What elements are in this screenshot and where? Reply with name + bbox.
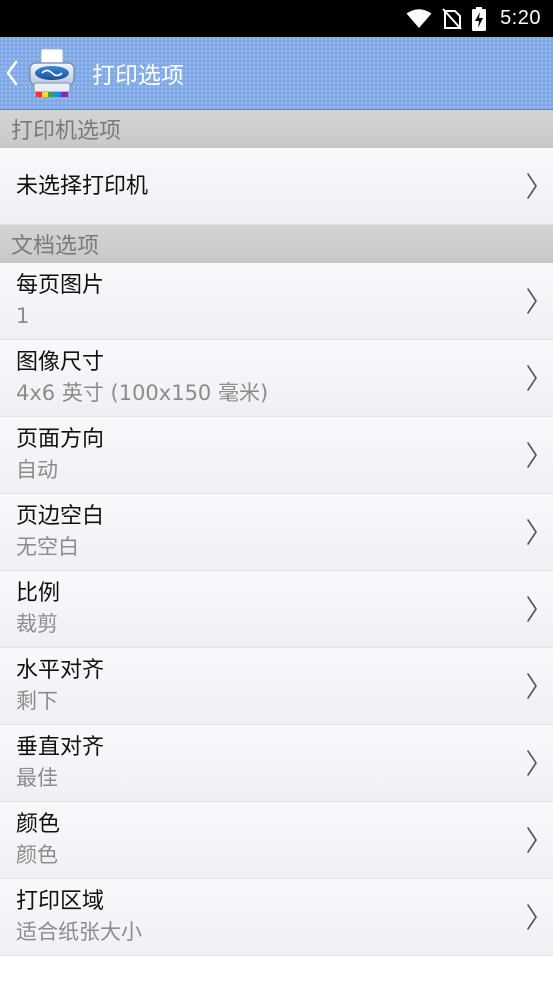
section-header-document: 文档选项	[0, 225, 553, 263]
row-texts: 水平对齐 剩下	[16, 655, 104, 717]
wifi-icon	[406, 8, 432, 29]
row-texts: 页面方向 自动	[16, 424, 104, 486]
list-item-label: 页面方向	[16, 427, 105, 452]
list-item-value: 4x6 英寸 (100x150 毫米)	[16, 381, 269, 405]
chevron-right-icon	[525, 748, 539, 778]
select-printer-row[interactable]: 未选择打印机	[0, 148, 553, 225]
list-item-value: 自动	[16, 458, 58, 482]
back-chevron-icon[interactable]	[3, 37, 21, 110]
list-item-color[interactable]: 颜色 颜色	[0, 802, 553, 879]
list-item-value: 适合纸张大小	[16, 920, 142, 944]
battery-charging-icon	[472, 6, 487, 31]
row-texts: 每页图片 1	[16, 270, 104, 332]
list-item-print-area[interactable]: 打印区域 适合纸张大小	[0, 879, 553, 956]
list-item-value: 最佳	[16, 766, 58, 790]
list-item-label: 垂直对齐	[16, 735, 105, 760]
no-sim-icon	[442, 7, 462, 30]
row-texts: 垂直对齐 最佳	[16, 732, 104, 794]
list-item-label: 每页图片	[16, 273, 105, 298]
chevron-right-icon	[525, 440, 539, 470]
printer-icon	[22, 43, 82, 103]
status-bar: 5:20	[0, 0, 553, 37]
status-icons: 5:20	[406, 6, 541, 31]
chevron-right-icon	[525, 825, 539, 855]
list-item-margins[interactable]: 页边空白 无空白	[0, 494, 553, 571]
list-item-orientation[interactable]: 页面方向 自动	[0, 417, 553, 494]
list-item-label: 打印区域	[16, 889, 105, 914]
row-texts: 未选择打印机	[16, 171, 148, 202]
list-item-label: 图像尺寸	[16, 350, 105, 375]
list-item-vertical-align[interactable]: 垂直对齐 最佳	[0, 725, 553, 802]
list-item-value: 无空白	[16, 535, 79, 559]
chevron-right-icon	[525, 671, 539, 701]
list-item-value: 1	[16, 304, 30, 328]
row-texts: 页边空白 无空白	[16, 501, 104, 563]
list-item-label: 页边空白	[16, 504, 105, 529]
list-item-value: 颜色	[16, 843, 58, 867]
app-bar: 打印选项	[0, 37, 553, 110]
list-item-label: 颜色	[16, 812, 61, 837]
list-item-value: 裁剪	[16, 612, 58, 636]
list-item-horizontal-align[interactable]: 水平对齐 剩下	[0, 648, 553, 725]
row-texts: 打印区域 适合纸张大小	[16, 886, 142, 948]
list-item-label: 比例	[16, 581, 61, 606]
chevron-right-icon	[525, 286, 539, 316]
section-header-printer: 打印机选项	[0, 110, 553, 148]
list-item-scale[interactable]: 比例 裁剪	[0, 571, 553, 648]
chevron-right-icon	[525, 594, 539, 624]
list-item-label: 水平对齐	[16, 658, 105, 683]
chevron-right-icon	[525, 363, 539, 393]
chevron-right-icon	[525, 517, 539, 547]
page-title: 打印选项	[92, 63, 184, 89]
row-texts: 图像尺寸 4x6 英寸 (100x150 毫米)	[16, 347, 268, 409]
list-item-image-size[interactable]: 图像尺寸 4x6 英寸 (100x150 毫米)	[0, 340, 553, 417]
status-time: 5:20	[500, 7, 541, 29]
select-printer-label: 未选择打印机	[16, 173, 149, 199]
chevron-right-icon	[525, 902, 539, 932]
row-texts: 比例 裁剪	[16, 578, 60, 640]
list-item-images-per-page[interactable]: 每页图片 1	[0, 263, 553, 340]
list-item-value: 剩下	[16, 689, 58, 713]
chevron-right-icon	[525, 171, 539, 201]
row-texts: 颜色 颜色	[16, 809, 60, 871]
